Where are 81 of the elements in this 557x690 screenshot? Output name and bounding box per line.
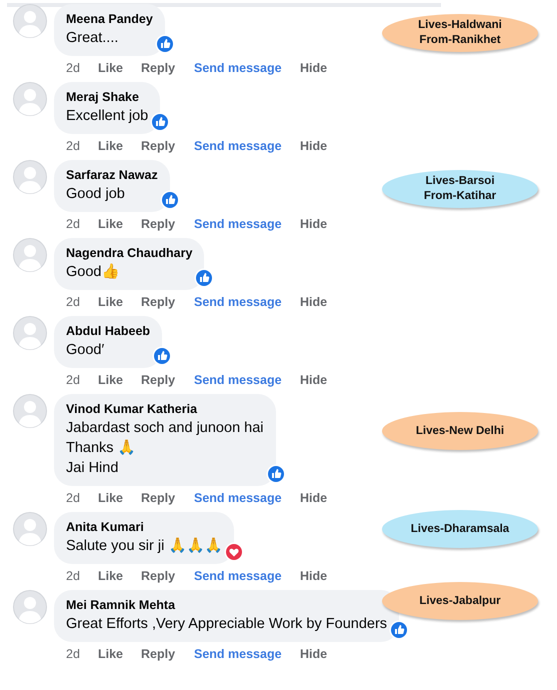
send-message-link[interactable]: Send message: [194, 138, 300, 152]
callout-text: Lives-New Delhi: [416, 424, 504, 438]
comment-time[interactable]: 2d: [66, 568, 98, 582]
like-link[interactable]: Like: [98, 138, 141, 152]
reply-link[interactable]: Reply: [141, 646, 194, 660]
like-link[interactable]: Like: [98, 490, 141, 504]
comment-author[interactable]: Mei Ramnik Mehta: [66, 597, 176, 614]
like-link[interactable]: Like: [98, 568, 141, 582]
like-reaction-icon: [160, 190, 180, 210]
comment-time[interactable]: 2d: [66, 60, 98, 74]
avatar[interactable]: [13, 394, 47, 428]
like-link[interactable]: Like: [98, 646, 141, 660]
like-link[interactable]: Like: [98, 60, 141, 74]
reply-link[interactable]: Reply: [141, 60, 194, 74]
reply-link[interactable]: Reply: [141, 568, 194, 582]
comment-text: Great Efforts ,Very Appreciable Work by Founders: [66, 615, 388, 634]
callout-text: Lives-Haldwani: [418, 18, 502, 33]
avatar[interactable]: [13, 4, 47, 38]
callout-text: Lives-Dharamsala: [410, 522, 510, 536]
comment-text: Great....: [66, 29, 120, 48]
send-message-link[interactable]: Send message: [194, 490, 300, 504]
avatar[interactable]: [13, 82, 47, 116]
hide-link[interactable]: Hide: [300, 216, 340, 230]
callout-text: Lives-Barsoi: [425, 174, 495, 189]
callout-text: From-Ranikhet: [419, 33, 501, 48]
hide-link[interactable]: Hide: [300, 294, 340, 308]
comment-author[interactable]: Abdul Habeeb: [66, 323, 150, 340]
avatar[interactable]: [13, 590, 47, 624]
comment-time[interactable]: 2d: [66, 216, 98, 230]
reply-link[interactable]: Reply: [141, 216, 194, 230]
send-message-link[interactable]: Send message: [194, 60, 300, 74]
comment-text: Jabardast soch and junoon hai: [66, 419, 264, 438]
like-reaction-icon: [150, 112, 170, 132]
comment-time[interactable]: 2d: [66, 294, 98, 308]
comment-text: Salute you sir ji 🙏🙏🙏: [66, 536, 222, 556]
avatar[interactable]: [13, 160, 47, 194]
comment-text: Good job: [66, 185, 126, 204]
comment-text: Thanks 🙏: [66, 438, 137, 458]
send-message-link[interactable]: Send message: [194, 646, 300, 660]
like-reaction-icon: [194, 268, 214, 288]
comment-time[interactable]: 2d: [66, 138, 98, 152]
heart-reaction-icon: [224, 542, 244, 562]
reply-link[interactable]: Reply: [141, 372, 194, 386]
callout-text: Lives-Jabalpur: [419, 594, 501, 608]
hide-link[interactable]: Hide: [300, 490, 340, 504]
hide-link[interactable]: Hide: [300, 60, 340, 74]
like-link[interactable]: Like: [98, 372, 141, 386]
avatar[interactable]: [13, 238, 47, 272]
comment-author[interactable]: Meena Pandey: [66, 11, 153, 28]
reply-link[interactable]: Reply: [141, 490, 194, 504]
comment-text: Good′: [66, 341, 106, 360]
callout-text: From-Katihar: [424, 189, 496, 204]
reply-link[interactable]: Reply: [141, 294, 194, 308]
comment-time[interactable]: 2d: [66, 490, 98, 504]
comment-time[interactable]: 2d: [66, 372, 98, 386]
comment-text: Good👍: [66, 262, 120, 282]
comment-time[interactable]: 2d: [66, 646, 98, 660]
like-reaction-icon: [154, 34, 175, 54]
hide-link[interactable]: Hide: [300, 372, 340, 386]
avatar[interactable]: [13, 316, 47, 350]
comment-author[interactable]: Vinod Kumar Katheria: [66, 401, 198, 418]
send-message-link[interactable]: Send message: [194, 294, 300, 308]
comment-author[interactable]: Sarfaraz Nawaz: [66, 167, 158, 184]
reply-link[interactable]: Reply: [141, 138, 194, 152]
comment-author[interactable]: Meraj Shake: [66, 89, 139, 106]
send-message-link[interactable]: Send message: [194, 216, 300, 230]
comment-text: Excellent job: [66, 107, 148, 126]
comment-author[interactable]: Anita Kumari: [66, 519, 144, 536]
comment-text: Jai Hind: [66, 459, 120, 478]
comment-author[interactable]: Nagendra Chaudhary: [66, 245, 192, 262]
hide-link[interactable]: Hide: [300, 138, 340, 152]
like-reaction-icon: [266, 464, 286, 484]
send-message-link[interactable]: Send message: [194, 568, 300, 582]
avatar[interactable]: [13, 512, 47, 546]
send-message-link[interactable]: Send message: [194, 372, 300, 386]
hide-link[interactable]: Hide: [300, 646, 340, 660]
like-link[interactable]: Like: [98, 216, 141, 230]
like-reaction-icon: [152, 346, 172, 366]
like-reaction-icon: [389, 620, 410, 640]
like-link[interactable]: Like: [98, 294, 141, 308]
hide-link[interactable]: Hide: [300, 568, 340, 582]
